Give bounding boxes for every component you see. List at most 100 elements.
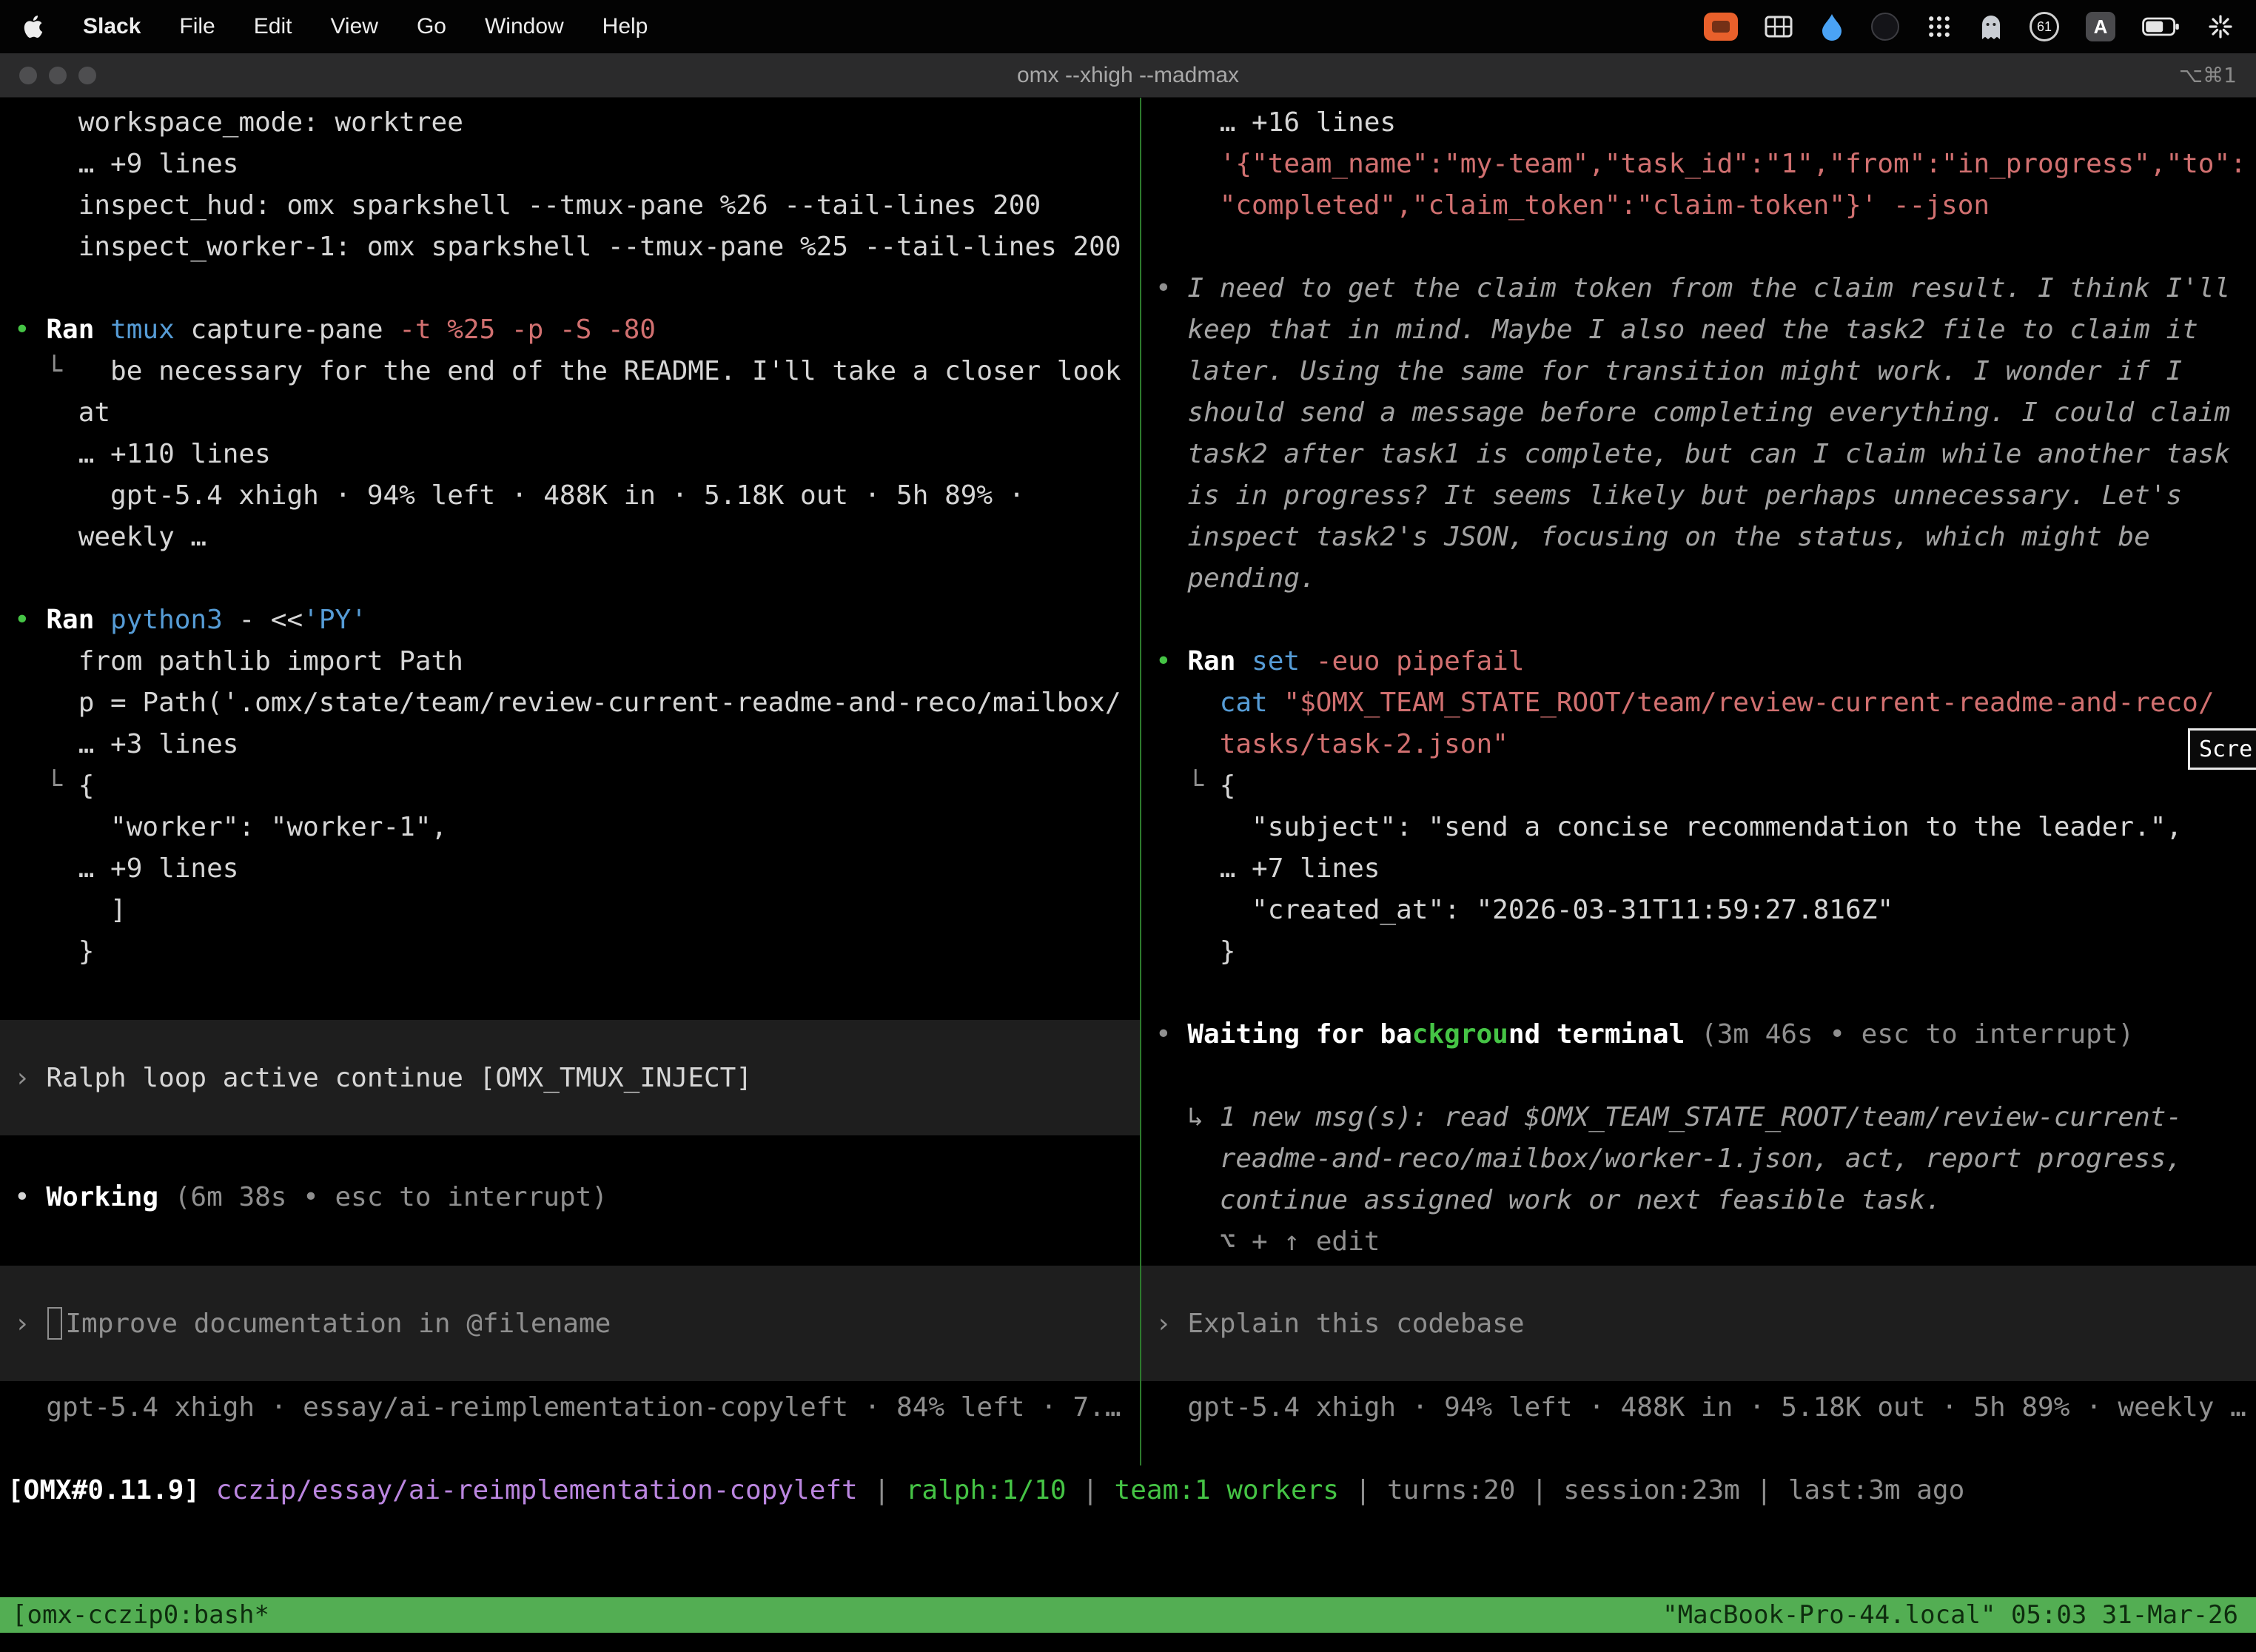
terminal-line: tasks/task-2.json": [1141, 724, 2256, 765]
dark-app-icon[interactable]: [1871, 13, 1899, 41]
terminal-line: [1141, 1055, 2256, 1097]
menubar-status-icons: 61 A: [1704, 12, 2234, 41]
input-source-icon[interactable]: A: [2086, 12, 2115, 41]
terminal-line: weekly …: [0, 517, 1140, 558]
terminal-window: workspace_mode: worktree … +9 lines insp…: [0, 98, 2256, 1652]
tmux-status-bar: [omx-cczip0:bash* "MacBook-Pro-44.local"…: [0, 1597, 2256, 1633]
terminal-line: workspace_mode: worktree: [0, 102, 1140, 144]
terminal-line: • Working (6m 38s • esc to interrupt): [0, 1177, 1140, 1218]
terminal-line: [1141, 973, 2256, 1014]
right-input-placeholder: Explain this codebase: [1187, 1309, 1524, 1339]
terminal-line: [0, 558, 1140, 600]
terminal-line: ⌥ + ↑ edit: [1141, 1221, 2256, 1263]
zoom-button[interactable]: [78, 67, 96, 84]
app-menu-slack[interactable]: Slack: [83, 14, 141, 39]
terminal-line: readme-and-reco/mailbox/worker-1.json, a…: [1141, 1138, 2256, 1180]
tmux-panes: workspace_mode: worktree … +9 lines insp…: [0, 98, 2256, 1465]
menu-bar: Slack File Edit View Go Window Help 61 A: [0, 0, 2256, 53]
terminal-line: gpt-5.4 xhigh · 94% left · 488K in · 5.1…: [1141, 1387, 2256, 1428]
ralph-loop-banner: › Ralph loop active continue [OMX_TMUX_I…: [0, 1020, 1140, 1135]
terminal-line: ↳ 1 new msg(s): read $OMX_TEAM_STATE_ROO…: [1141, 1097, 2256, 1138]
terminal-line: pending.: [1141, 558, 2256, 600]
fan-icon[interactable]: [2207, 13, 2234, 40]
prompt-chevron: ›: [14, 1309, 46, 1339]
terminal-line: gpt-5.4 xhigh · essay/ai-reimplementatio…: [0, 1387, 1140, 1428]
terminal-line: • Ran python3 - <<'PY': [0, 600, 1140, 641]
dots-grid-icon[interactable]: [1926, 13, 1953, 40]
terminal-line: [OMX#0.11.9] cczip/essay/ai-reimplementa…: [0, 1470, 2256, 1511]
terminal-line: inspect_worker-1: omx sparkshell --tmux-…: [0, 226, 1140, 268]
left-input-placeholder: Improve documentation in @filename: [65, 1309, 611, 1339]
window-shortcut-hint: ⌥⌘1: [2179, 63, 2237, 87]
battery-icon[interactable]: [2142, 17, 2181, 36]
menu-window[interactable]: Window: [485, 14, 564, 39]
ghost-icon[interactable]: [1979, 13, 2003, 41]
terminal-line: }: [1141, 931, 2256, 973]
terminal-line: p = Path('.omx/state/team/review-current…: [0, 682, 1140, 724]
terminal-line: … +9 lines: [0, 144, 1140, 185]
right-pane-status: gpt-5.4 xhigh · 94% left · 488K in · 5.1…: [1141, 1387, 2256, 1428]
terminal-line: ]: [0, 890, 1140, 931]
terminal-line: └ {: [1141, 765, 2256, 807]
terminal-line: cat "$OMX_TEAM_STATE_ROOT/team/review-cu…: [1141, 682, 2256, 724]
terminal-line: '{"team_name":"my-team","task_id":"1","f…: [1141, 144, 2256, 185]
apple-menu[interactable]: [22, 15, 44, 38]
terminal-line: task2 after task1 is complete, but can I…: [1141, 434, 2256, 475]
left-pane-status: gpt-5.4 xhigh · essay/ai-reimplementatio…: [0, 1387, 1140, 1428]
screen-share-overlay: Scre: [2188, 728, 2256, 770]
window-title: omx --xhigh --madmax: [0, 63, 2256, 88]
right-input-band[interactable]: › Explain this codebase: [1141, 1266, 2256, 1381]
omx-status-line: [OMX#0.11.9] cczip/essay/ai-reimplementa…: [0, 1470, 2256, 1511]
terminal-line: … +110 lines: [0, 434, 1140, 475]
terminal-line: • Waiting for background terminal (3m 46…: [1141, 1014, 2256, 1055]
working-status: • Working (6m 38s • esc to interrupt): [0, 1177, 1140, 1218]
terminal-line: keep that in mind. Maybe I also need the…: [1141, 309, 2256, 351]
desktop: { "colors": { "accent_green": "#45c445",…: [0, 0, 2256, 1652]
droplet-icon[interactable]: [1819, 13, 1844, 41]
terminal-line: … +7 lines: [1141, 848, 2256, 890]
terminal-line: … +16 lines: [1141, 102, 2256, 144]
text-cursor: [47, 1307, 62, 1340]
terminal-line: at: [0, 392, 1140, 434]
ralph-loop-text: Ralph loop active continue [OMX_TMUX_INJ…: [46, 1063, 752, 1093]
gauge-value: 61: [2037, 19, 2052, 35]
terminal-line: • Ran tmux capture-pane -t %25 -p -S -80: [0, 309, 1140, 351]
menu-edit[interactable]: Edit: [254, 14, 292, 39]
terminal-line: later. Using the same for transition mig…: [1141, 351, 2256, 392]
terminal-line: gpt-5.4 xhigh · 94% left · 488K in · 5.1…: [0, 475, 1140, 517]
terminal-line: └ {: [0, 765, 1140, 807]
terminal-line: inspect task2's JSON, focusing on the st…: [1141, 517, 2256, 558]
tmux-session-label: [omx-cczip0:bash*: [12, 1600, 269, 1630]
left-terminal-pane[interactable]: workspace_mode: worktree … +9 lines insp…: [0, 98, 1140, 1465]
terminal-line: • Ran set -euo pipefail: [1141, 641, 2256, 682]
menu-go[interactable]: Go: [417, 14, 446, 39]
window-title-bar[interactable]: omx --xhigh --madmax ⌥⌘1: [0, 53, 2256, 98]
close-button[interactable]: [19, 67, 37, 84]
prompt-chevron: ›: [1155, 1309, 1187, 1339]
left-input-band[interactable]: › Improve documentation in @filename: [0, 1266, 1140, 1381]
menu-file[interactable]: File: [179, 14, 215, 39]
right-terminal-pane[interactable]: … +16 lines '{"team_name":"my-team","tas…: [1141, 98, 2256, 1465]
terminal-line: continue assigned work or next feasible …: [1141, 1180, 2256, 1221]
terminal-line: from pathlib import Path: [0, 641, 1140, 682]
terminal-line: should send a message before completing …: [1141, 392, 2256, 434]
terminal-line: [1141, 600, 2256, 641]
menu-view[interactable]: View: [330, 14, 377, 39]
minimize-button[interactable]: [49, 67, 67, 84]
terminal-line: … +9 lines: [0, 848, 1140, 890]
terminal-line: └ be necessary for the end of the README…: [0, 351, 1140, 392]
terminal-line: [1141, 226, 2256, 268]
terminal-line: inspect_hud: omx sparkshell --tmux-pane …: [0, 185, 1140, 226]
terminal-line: "completed","claim_token":"claim-token"}…: [1141, 185, 2256, 226]
terminal-line: "created_at": "2026-03-31T11:59:27.816Z": [1141, 890, 2256, 931]
screen-recording-indicator[interactable]: [1704, 13, 1738, 41]
terminal-line: "subject": "send a concise recommendatio…: [1141, 807, 2256, 848]
grid-icon[interactable]: [1765, 16, 1793, 38]
menu-help[interactable]: Help: [602, 14, 648, 39]
gauge-61-icon[interactable]: 61: [2030, 12, 2059, 41]
right-pane-output: … +16 lines '{"team_name":"my-team","tas…: [1141, 102, 2256, 1263]
terminal-line: "worker": "worker-1",: [0, 807, 1140, 848]
prompt-chevron: ›: [14, 1063, 46, 1093]
terminal-line: … +3 lines: [0, 724, 1140, 765]
screen-recording-inner: [1712, 21, 1730, 33]
